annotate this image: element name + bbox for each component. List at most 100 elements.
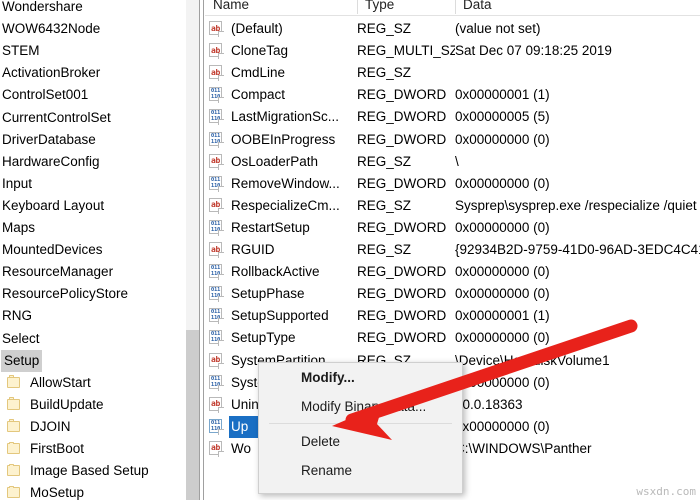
tree-item-wow6432node[interactable]: WOW6432Node xyxy=(0,18,199,40)
context-menu-item-rename[interactable]: Rename xyxy=(259,456,462,485)
value-row[interactable]: 011 110 SetupPhase REG_DWORD 0x00000000 (0) xyxy=(205,283,700,305)
tree-item-resourcemanager[interactable]: ResourceManager xyxy=(0,261,199,283)
value-row[interactable]: 011 110 RollbackActive REG_DWORD 0x00000000 … xyxy=(205,261,700,283)
value-data-cell: C:\WINDOWS\Panther xyxy=(455,440,592,456)
dword-value-icon: 011 110 xyxy=(208,175,225,192)
registry-tree-pane[interactable]: Wondershare WOW6432Node STEM ActivationBrok… xyxy=(0,0,199,500)
tree-item-mounteddevices[interactable]: MountedDevices xyxy=(0,239,199,261)
folder-icon xyxy=(7,419,22,433)
value-name-cell[interactable]: ab CloneTag xyxy=(205,40,357,62)
value-name-cell[interactable]: 011 110 Compact xyxy=(205,84,357,106)
value-row[interactable]: 011 110 SetupType REG_DWORD 0x00000000 (0) xyxy=(205,327,700,349)
value-row[interactable]: 011 110 RemoveWindow... REG_DWORD 0x00000000… xyxy=(205,173,700,195)
value-row[interactable]: ab CmdLine REG_SZ xyxy=(205,62,700,84)
pane-splitter[interactable] xyxy=(199,0,204,500)
value-data-cell: 0x00000001 (1) xyxy=(455,87,550,103)
value-name-cell[interactable]: 011 110 SetupType xyxy=(205,327,357,349)
dword-value-icon: 011 110 xyxy=(208,109,225,126)
value-row[interactable]: ab RespecializeCm... REG_SZ Sysprep\sysprep… xyxy=(205,195,700,217)
context-menu-item-delete[interactable]: Delete xyxy=(259,427,462,456)
value-row[interactable]: 011 110 LastMigrationSc... REG_DWORD 0x00000… xyxy=(205,106,700,128)
value-row[interactable]: ab (Default) REG_SZ (value not set) xyxy=(205,18,700,40)
value-name-cell[interactable]: 011 110 RestartSetup xyxy=(205,217,357,239)
value-name-cell[interactable]: 011 110 LastMigrationSc... xyxy=(205,106,357,128)
tree-item-input[interactable]: Input xyxy=(0,173,199,195)
tree-item-label: Input xyxy=(2,175,33,191)
value-name-cell[interactable]: 011 110 RemoveWindow... xyxy=(205,173,357,195)
tree-item-keyboard-layout[interactable]: Keyboard Layout xyxy=(0,195,199,217)
string-value-icon: ab xyxy=(208,197,225,214)
value-type-cell: REG_SZ xyxy=(357,197,412,213)
tree-item-maps[interactable]: Maps xyxy=(0,217,199,239)
tree-item-activationbroker[interactable]: ActivationBroker xyxy=(0,62,199,84)
value-data-cell: 0x00000000 (0) xyxy=(455,131,550,147)
value-name-cell[interactable]: 011 110 SetupSupported xyxy=(205,305,357,327)
value-row[interactable]: 011 110 OOBEInProgress REG_DWORD 0x00000000 … xyxy=(205,129,700,151)
dword-value-icon: 011 110 xyxy=(208,418,225,435)
context-menu-item-modify[interactable]: Modify... xyxy=(259,363,462,392)
value-row[interactable]: ab RGUID REG_SZ {92934B2D-9759-41D0-96AD-3E… xyxy=(205,239,700,261)
column-header-type[interactable]: Type xyxy=(357,0,455,16)
value-name-cell[interactable]: ab OsLoaderPath xyxy=(205,151,357,173)
tree-item-label: Image Based Setup xyxy=(30,463,149,479)
value-row[interactable]: ab CloneTag REG_MULTI_SZ Sat Dec 07 09:18:2… xyxy=(205,40,700,62)
value-data-cell: (value not set) xyxy=(455,21,541,36)
tree-item-label: WOW6432Node xyxy=(2,21,101,37)
tree-item-label: MoSetup xyxy=(30,485,85,500)
tree-item-stem[interactable]: STEM xyxy=(0,40,199,62)
value-name-cell[interactable]: ab RGUID xyxy=(205,239,357,261)
tree-item-label: DJOIN xyxy=(30,418,71,434)
value-name-cell[interactable]: ab CmdLine xyxy=(205,62,357,84)
string-value-icon: ab xyxy=(208,242,225,258)
dword-value-icon: 011 110 xyxy=(208,330,225,347)
tree-item-hardwareconfig[interactable]: HardwareConfig xyxy=(0,151,199,173)
value-name-cell[interactable]: 011 110 OOBEInProgress xyxy=(205,129,357,151)
value-data-cell: 0x00000000 (0) xyxy=(455,418,550,434)
dword-value-icon: 011 110 xyxy=(208,308,225,325)
list-column-headers[interactable]: Name Type Data xyxy=(205,0,700,16)
value-type-cell: REG_DWORD xyxy=(357,87,447,103)
value-type-cell: REG_SZ xyxy=(357,153,412,169)
value-name-label: SetupPhase xyxy=(231,286,305,302)
tree-item-controlset001[interactable]: ControlSet001 xyxy=(0,84,199,106)
value-type-cell: REG_DWORD xyxy=(357,131,447,147)
value-type-cell: REG_SZ xyxy=(357,21,412,36)
value-context-menu[interactable]: Modify... Modify Binary Data... Delete Rena… xyxy=(258,362,463,494)
tree-item-image-based-setup[interactable]: Image Based Setup xyxy=(0,460,199,482)
value-name-cell[interactable]: ab RespecializeCm... xyxy=(205,195,357,217)
tree-vertical-scrollbar[interactable] xyxy=(186,0,199,500)
value-type-cell: REG_DWORD xyxy=(357,286,447,302)
tree-item-rng[interactable]: RNG xyxy=(0,305,199,327)
dword-value-icon: 011 110 xyxy=(208,374,225,391)
value-data-cell: 10.0.18363 xyxy=(455,396,523,412)
tree-scrollbar-thumb[interactable] xyxy=(186,330,199,500)
value-type-cell: REG_DWORD xyxy=(357,219,447,235)
value-row[interactable]: 011 110 RestartSetup REG_DWORD 0x00000000 (0… xyxy=(205,217,700,239)
screenshot-root: Wondershare WOW6432Node STEM ActivationBrok… xyxy=(0,0,700,500)
value-row[interactable]: 011 110 Compact REG_DWORD 0x00000001 (1) xyxy=(205,84,700,106)
value-name-cell[interactable]: ab (Default) xyxy=(205,18,357,40)
column-header-name[interactable]: Name xyxy=(205,0,357,16)
tree-item-resourcepolicystore[interactable]: ResourcePolicyStore xyxy=(0,283,199,305)
tree-item-djoin[interactable]: DJOIN xyxy=(0,416,199,438)
tree-item-label: Maps xyxy=(2,220,36,235)
value-type-cell: REG_DWORD xyxy=(357,264,447,280)
tree-item-firstboot[interactable]: FirstBoot xyxy=(0,438,199,460)
tree-item-mosetup[interactable]: MoSetup xyxy=(0,482,199,500)
tree-item-select[interactable]: Select xyxy=(0,328,199,350)
context-menu-item-modify-binary-data[interactable]: Modify Binary Data... xyxy=(259,392,462,421)
tree-item-label: FirstBoot xyxy=(30,441,85,456)
value-data-cell: 0x00000000 (0) xyxy=(455,330,550,346)
value-name-cell[interactable]: 011 110 SetupPhase xyxy=(205,283,357,305)
tree-item-setup[interactable]: Setup xyxy=(0,349,199,372)
tree-item-allowstart[interactable]: AllowStart xyxy=(0,372,199,394)
value-name-label: RestartSetup xyxy=(231,219,310,235)
tree-item-buildupdate[interactable]: BuildUpdate xyxy=(0,394,199,416)
value-name-cell[interactable]: 011 110 RollbackActive xyxy=(205,261,357,283)
value-row[interactable]: 011 110 SetupSupported REG_DWORD 0x00000001 … xyxy=(205,305,700,327)
tree-item-wondershare[interactable]: Wondershare xyxy=(0,0,199,18)
value-row[interactable]: ab OsLoaderPath REG_SZ \ xyxy=(205,151,700,173)
column-header-data[interactable]: Data xyxy=(455,0,700,16)
tree-item-currentcontrolset[interactable]: CurrentControlSet xyxy=(0,107,199,129)
tree-item-driverdatabase[interactable]: DriverDatabase xyxy=(0,129,199,151)
